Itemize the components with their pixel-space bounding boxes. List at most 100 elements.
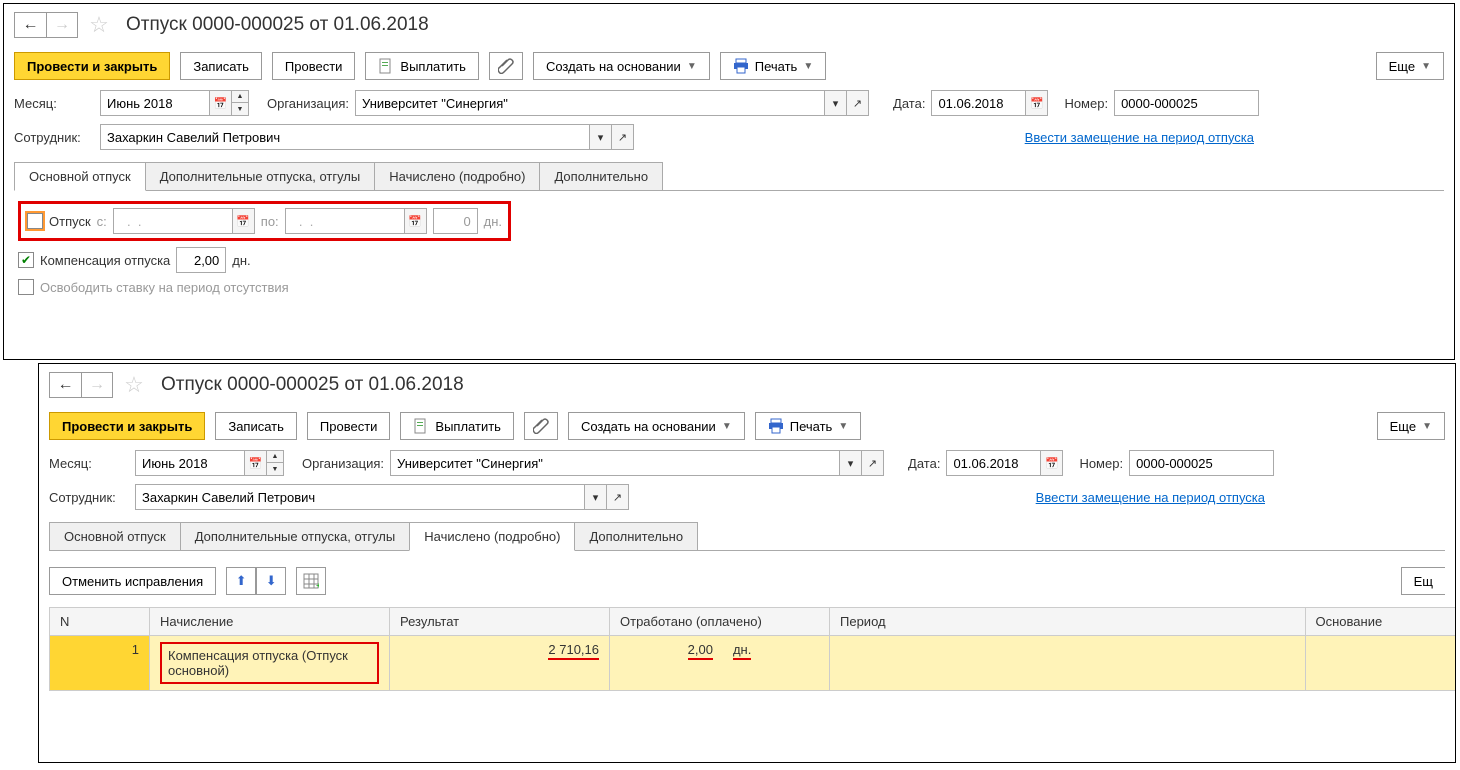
table-config-button[interactable]: + bbox=[296, 567, 326, 595]
col-n: N bbox=[50, 608, 150, 636]
tab-accrued[interactable]: Начислено (подробно) bbox=[409, 522, 575, 551]
more-table-button[interactable]: Ещ bbox=[1401, 567, 1445, 595]
open-button[interactable]: ↗ bbox=[607, 484, 629, 510]
tab-main[interactable]: Основной отпуск bbox=[49, 522, 181, 550]
post-button[interactable]: Провести bbox=[307, 412, 391, 440]
date-input[interactable] bbox=[946, 450, 1041, 476]
org-input[interactable] bbox=[390, 450, 840, 476]
calendar-icon[interactable]: 📅 bbox=[1041, 450, 1063, 476]
cell-accrual: Компенсация отпуска (Отпуск основной) bbox=[150, 636, 390, 691]
dropdown-button[interactable]: ▾ bbox=[590, 124, 612, 150]
calendar-icon[interactable]: 📅 bbox=[405, 208, 427, 234]
back-button[interactable]: ← bbox=[49, 372, 81, 398]
open-button[interactable]: ↗ bbox=[847, 90, 869, 116]
month-input[interactable] bbox=[135, 450, 245, 476]
pay-button[interactable]: Выплатить bbox=[365, 52, 479, 80]
compensation-input[interactable] bbox=[176, 247, 226, 273]
col-result: Результат bbox=[390, 608, 610, 636]
date-label: Дата: bbox=[908, 456, 940, 471]
col-accrual: Начисление bbox=[150, 608, 390, 636]
calendar-icon[interactable]: 📅 bbox=[210, 90, 232, 116]
print-button[interactable]: Печать ▼ bbox=[720, 52, 827, 80]
tab-additional[interactable]: Дополнительные отпуска, отгулы bbox=[145, 162, 376, 190]
page-title: Отпуск 0000-000025 от 01.06.2018 bbox=[126, 14, 429, 36]
vacation-checkbox[interactable] bbox=[27, 213, 43, 229]
create-based-button[interactable]: Создать на основании ▼ bbox=[568, 412, 745, 440]
compensation-unit: дн. bbox=[232, 253, 250, 268]
compensation-label: Компенсация отпуска bbox=[40, 253, 170, 268]
printer-icon bbox=[733, 58, 749, 74]
forward-button[interactable]: → bbox=[46, 12, 78, 38]
cell-period bbox=[830, 636, 1306, 691]
printer-icon bbox=[768, 418, 784, 434]
back-button[interactable]: ← bbox=[14, 12, 46, 38]
vacation-label: Отпуск bbox=[49, 214, 91, 229]
table-row[interactable]: 1 Компенсация отпуска (Отпуск основной) … bbox=[50, 636, 1456, 691]
calendar-icon[interactable]: 📅 bbox=[1026, 90, 1048, 116]
release-label: Освободить ставку на период отсутствия bbox=[40, 280, 289, 295]
write-button[interactable]: Записать bbox=[215, 412, 297, 440]
star-icon[interactable]: ☆ bbox=[121, 372, 147, 398]
print-button[interactable]: Печать ▼ bbox=[755, 412, 862, 440]
employee-label: Сотрудник: bbox=[14, 130, 94, 145]
tab-extra[interactable]: Дополнительно bbox=[574, 522, 698, 550]
number-label: Номер: bbox=[1064, 96, 1108, 111]
post-button[interactable]: Провести bbox=[272, 52, 356, 80]
move-up-button[interactable]: ⬆ bbox=[226, 567, 256, 595]
chevron-down-icon: ▼ bbox=[722, 421, 732, 432]
days-unit: дн. bbox=[484, 214, 502, 229]
more-button[interactable]: Еще ▼ bbox=[1377, 412, 1445, 440]
tab-extra[interactable]: Дополнительно bbox=[539, 162, 663, 190]
release-checkbox[interactable] bbox=[18, 279, 34, 295]
month-stepper[interactable]: ▲▼ bbox=[232, 90, 249, 116]
org-label: Организация: bbox=[267, 96, 349, 111]
star-icon[interactable]: ☆ bbox=[86, 12, 112, 38]
tab-additional[interactable]: Дополнительные отпуска, отгулы bbox=[180, 522, 411, 550]
date-from-input[interactable] bbox=[113, 208, 233, 234]
arrow-up-icon: ⬆ bbox=[236, 573, 247, 589]
more-button[interactable]: Еще ▼ bbox=[1376, 52, 1444, 80]
date-to-input[interactable] bbox=[285, 208, 405, 234]
chevron-down-icon: ▼ bbox=[1422, 421, 1432, 432]
days-input[interactable] bbox=[433, 208, 478, 234]
forward-button[interactable]: → bbox=[81, 372, 113, 398]
number-input[interactable] bbox=[1114, 90, 1259, 116]
move-down-button[interactable]: ⬇ bbox=[256, 567, 286, 595]
post-close-button[interactable]: Провести и закрыть bbox=[14, 52, 170, 80]
col-worked: Отработано (оплачено) bbox=[610, 608, 830, 636]
attach-button[interactable] bbox=[489, 52, 523, 80]
month-label: Месяц: bbox=[14, 96, 94, 111]
cell-result: 2 710,16 bbox=[390, 636, 610, 691]
dropdown-button[interactable]: ▾ bbox=[840, 450, 862, 476]
employee-input[interactable] bbox=[135, 484, 585, 510]
create-based-button[interactable]: Создать на основании ▼ bbox=[533, 52, 710, 80]
employee-input[interactable] bbox=[100, 124, 590, 150]
dropdown-button[interactable]: ▾ bbox=[825, 90, 847, 116]
write-button[interactable]: Записать bbox=[180, 52, 262, 80]
cell-worked: 2,00 дн. bbox=[610, 636, 830, 691]
dropdown-button[interactable]: ▾ bbox=[585, 484, 607, 510]
number-input[interactable] bbox=[1129, 450, 1274, 476]
open-button[interactable]: ↗ bbox=[862, 450, 884, 476]
substitute-link[interactable]: Ввести замещение на период отпуска bbox=[1036, 490, 1265, 505]
col-basis: Основание bbox=[1305, 608, 1455, 636]
substitute-link[interactable]: Ввести замещение на период отпуска bbox=[1025, 130, 1254, 145]
date-input[interactable] bbox=[931, 90, 1026, 116]
calendar-icon[interactable]: 📅 bbox=[233, 208, 255, 234]
calendar-icon[interactable]: 📅 bbox=[245, 450, 267, 476]
compensation-checkbox[interactable]: ✔ bbox=[18, 252, 34, 268]
pay-button[interactable]: Выплатить bbox=[400, 412, 514, 440]
document-icon bbox=[378, 58, 394, 74]
tab-main[interactable]: Основной отпуск bbox=[14, 162, 146, 191]
to-label: по: bbox=[261, 214, 279, 229]
employee-label: Сотрудник: bbox=[49, 490, 129, 505]
svg-text:+: + bbox=[316, 581, 319, 589]
cancel-corrections-button[interactable]: Отменить исправления bbox=[49, 567, 216, 595]
month-input[interactable] bbox=[100, 90, 210, 116]
tab-accrued[interactable]: Начислено (подробно) bbox=[374, 162, 540, 190]
org-input[interactable] bbox=[355, 90, 825, 116]
attach-button[interactable] bbox=[524, 412, 558, 440]
month-stepper[interactable]: ▲▼ bbox=[267, 450, 284, 476]
open-button[interactable]: ↗ bbox=[612, 124, 634, 150]
post-close-button[interactable]: Провести и закрыть bbox=[49, 412, 205, 440]
